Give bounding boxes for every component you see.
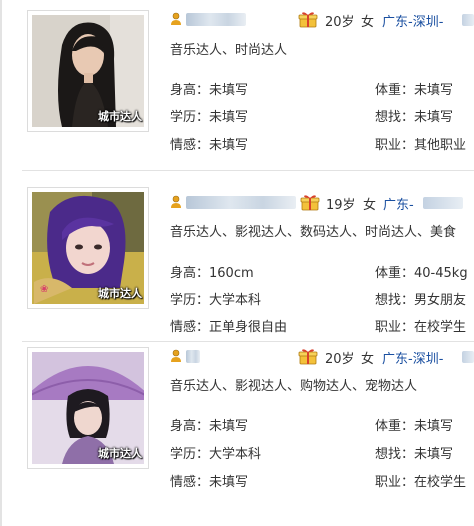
relationship-label: 情感： xyxy=(170,138,210,153)
gender-text: 女 xyxy=(361,352,375,367)
seeking-label: 想找： xyxy=(375,293,415,308)
profile-card: ❀ 城市达人 19岁 女 广东- 音乐达人、影视达人、数码达人、时尚达人、美食 … xyxy=(0,171,474,341)
username-redacted[interactable] xyxy=(186,196,296,209)
age-text: 20岁 xyxy=(325,352,355,367)
occupation-value: 在校学生 xyxy=(414,475,467,490)
education-field: 学历：未填写 xyxy=(170,106,248,125)
profile-photo[interactable]: ❀ 城市达人 xyxy=(27,187,149,309)
weight-field: 体重：40-45kg xyxy=(375,262,468,281)
weight-value: 未填写 xyxy=(414,83,454,98)
relationship-field: 情感：正单身很自由 xyxy=(170,316,287,335)
relationship-field: 情感：未填写 xyxy=(170,134,248,153)
height-label: 身高： xyxy=(170,83,210,98)
city-expert-badge: 城市达人 xyxy=(98,447,142,460)
user-icon xyxy=(171,195,181,208)
seeking-value: 未填写 xyxy=(414,447,454,462)
height-value: 160cm xyxy=(209,266,254,281)
profile-header-line: 20岁 女 广东-深圳- xyxy=(170,347,474,367)
relationship-label: 情感： xyxy=(170,320,210,335)
education-value: 大学本科 xyxy=(209,447,262,462)
age-text: 20岁 xyxy=(325,15,355,30)
location-link[interactable]: 广东- xyxy=(383,194,414,213)
occupation-field: 职业：其他职业 xyxy=(375,134,466,153)
gender-text: 女 xyxy=(361,15,375,30)
education-field: 学历：大学本科 xyxy=(170,443,261,462)
username-redacted[interactable] xyxy=(186,350,200,363)
location-redacted xyxy=(462,14,474,26)
seeking-label: 想找： xyxy=(375,447,415,462)
education-label: 学历： xyxy=(170,293,210,308)
seeking-value: 未填写 xyxy=(414,110,454,125)
relationship-field: 情感：未填写 xyxy=(170,471,248,490)
relationship-label: 情感： xyxy=(170,475,210,490)
education-label: 学历： xyxy=(170,447,210,462)
education-label: 学历： xyxy=(170,110,210,125)
height-label: 身高： xyxy=(170,266,210,281)
interest-tags: 音乐达人、影视达人、购物达人、宠物达人 xyxy=(170,379,418,394)
username-redacted[interactable] xyxy=(186,13,246,26)
gift-icon[interactable] xyxy=(300,194,320,211)
gift-icon[interactable] xyxy=(298,348,318,365)
seeking-field: 想找：未填写 xyxy=(375,443,453,462)
profile-card: 城市达人 20岁 女 广东-深圳- 音乐达人、影视达人、购物达人、宠物达人 身高… xyxy=(0,342,474,512)
relationship-value: 未填写 xyxy=(209,475,249,490)
education-value: 大学本科 xyxy=(209,293,262,308)
interest-tags: 音乐达人、影视达人、数码达人、时尚达人、美食 xyxy=(170,225,457,240)
weight-field: 体重：未填写 xyxy=(375,415,453,434)
gift-icon[interactable] xyxy=(298,11,318,28)
gender-text: 女 xyxy=(363,198,377,213)
seeking-field: 想找：未填写 xyxy=(375,106,453,125)
height-field: 身高：160cm xyxy=(170,262,254,281)
profile-photo[interactable]: 城市达人 xyxy=(27,10,149,132)
profile-card: 城市达人 20岁 女 广东-深圳- 音乐达人、时尚达人 身高：未填写 体重：未填… xyxy=(0,0,474,170)
education-field: 学历：大学本科 xyxy=(170,289,261,308)
seeking-field: 想找：男女朋友 xyxy=(375,289,466,308)
relationship-value: 正单身很自由 xyxy=(209,320,288,335)
height-label: 身高： xyxy=(170,419,210,434)
seeking-label: 想找： xyxy=(375,110,415,125)
seeking-value: 男女朋友 xyxy=(414,293,467,308)
weight-label: 体重： xyxy=(375,83,415,98)
occupation-value: 在校学生 xyxy=(414,320,467,335)
occupation-field: 职业：在校学生 xyxy=(375,316,466,335)
weight-label: 体重： xyxy=(375,266,415,281)
svg-text:❀: ❀ xyxy=(40,284,48,295)
location-redacted xyxy=(423,197,463,209)
location-link[interactable]: 广东-深圳- xyxy=(382,11,443,30)
age-text: 19岁 xyxy=(326,198,356,213)
relationship-value: 未填写 xyxy=(209,138,249,153)
location-link[interactable]: 广东-深圳- xyxy=(382,348,443,367)
city-expert-badge: 城市达人 xyxy=(98,110,142,123)
occupation-label: 职业： xyxy=(375,138,415,153)
weight-value: 40-45kg xyxy=(414,266,468,281)
occupation-field: 职业：在校学生 xyxy=(375,471,466,490)
user-icon xyxy=(171,349,181,362)
profile-header-line: 20岁 女 广东-深圳- xyxy=(170,10,474,30)
interest-tags: 音乐达人、时尚达人 xyxy=(170,43,288,58)
profile-photo[interactable]: 城市达人 xyxy=(27,347,149,469)
city-expert-badge: 城市达人 xyxy=(98,287,142,300)
weight-field: 体重：未填写 xyxy=(375,79,453,98)
height-field: 身高：未填写 xyxy=(170,79,248,98)
height-value: 未填写 xyxy=(209,419,249,434)
user-icon xyxy=(171,12,181,25)
location-redacted xyxy=(462,351,474,363)
weight-label: 体重： xyxy=(375,419,415,434)
height-field: 身高：未填写 xyxy=(170,415,248,434)
occupation-label: 职业： xyxy=(375,320,415,335)
education-value: 未填写 xyxy=(209,110,249,125)
profile-header-line: 19岁 女 广东- xyxy=(170,193,474,213)
occupation-label: 职业： xyxy=(375,475,415,490)
weight-value: 未填写 xyxy=(414,419,454,434)
occupation-value: 其他职业 xyxy=(414,138,467,153)
height-value: 未填写 xyxy=(209,83,249,98)
